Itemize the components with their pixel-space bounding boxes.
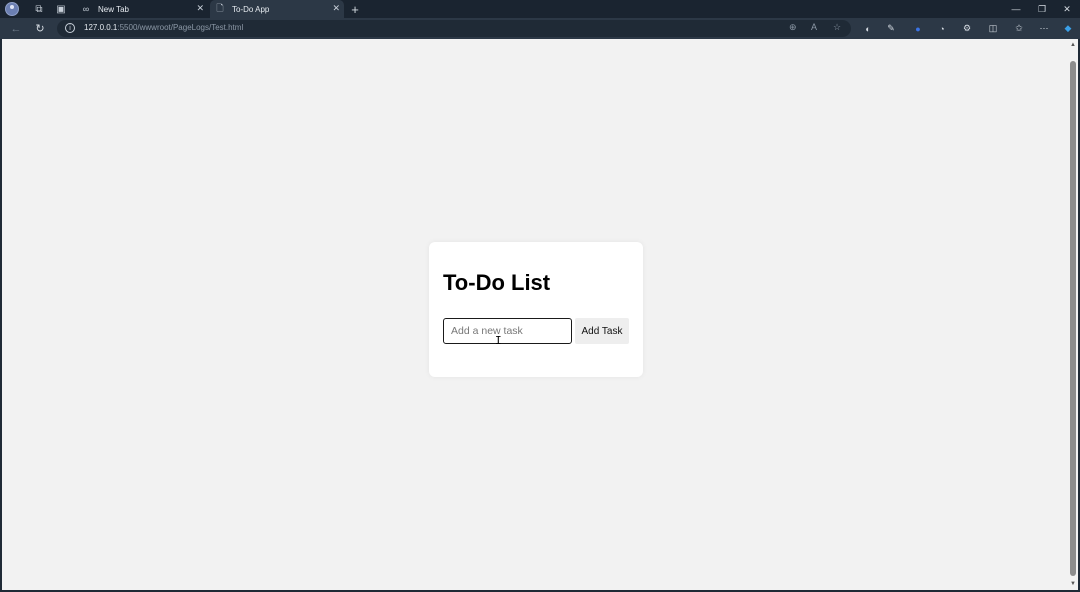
infinity-icon: ∞	[82, 4, 90, 14]
add-task-button[interactable]: Add Task	[575, 318, 629, 344]
extensions-icon[interactable]: ⚙	[959, 21, 975, 36]
tab-label: To-Do App	[232, 4, 270, 14]
back-arrow-icon[interactable]: ←	[7, 20, 25, 37]
performance-icon[interactable]: ◔	[934, 21, 950, 36]
extension-icon[interactable]: ●	[910, 21, 926, 36]
url-host: 127.0.0.1	[84, 23, 118, 32]
tab-label: New Tab	[98, 4, 129, 14]
new-tab-button[interactable]: +	[345, 0, 365, 18]
url-path: :5500/wwwroot/PageLogs/Test.html	[117, 23, 244, 32]
address-bar[interactable]: i 127.0.0.1:5500/wwwroot/PageLogs/Test.h…	[57, 20, 851, 37]
page-icon: 🗋	[216, 3, 224, 13]
zoom-icon[interactable]: ⊕	[789, 22, 797, 33]
extension-icon[interactable]: ◐	[860, 21, 876, 36]
tab-strip: ⧉ ▣ ∞ New Tab ✕ 🗋 To-Do App ✕ + — ❐ ✕	[0, 0, 1080, 18]
favorite-star-icon[interactable]: ☆	[833, 22, 841, 33]
more-menu-icon[interactable]: ⋯	[1036, 21, 1052, 36]
favorites-icon[interactable]: ✩	[1011, 21, 1027, 36]
close-icon[interactable]: ✕	[196, 3, 204, 14]
scrollbar[interactable]: ▲ ▼	[1068, 39, 1078, 590]
window-close-icon[interactable]: ✕	[1055, 0, 1079, 18]
copilot-icon[interactable]: ◆	[1060, 21, 1076, 36]
task-input[interactable]	[443, 318, 572, 344]
restore-icon[interactable]: ❐	[1030, 0, 1054, 18]
page-title: To-Do List	[443, 270, 551, 295]
scroll-thumb[interactable]	[1070, 61, 1076, 576]
workspaces-icon[interactable]: ⧉	[28, 0, 50, 18]
tab-todo-app[interactable]: 🗋 To-Do App ✕	[210, 0, 344, 18]
tab-actions-icon[interactable]: ▣	[50, 0, 72, 18]
split-screen-icon[interactable]: ◫	[985, 21, 1001, 36]
todo-card: To-Do List Add Task	[429, 242, 643, 377]
reload-icon[interactable]: ↻	[31, 20, 49, 37]
url-text: 127.0.0.1:5500/wwwroot/PageLogs/Test.htm…	[84, 23, 243, 32]
scroll-down-arrow-icon[interactable]: ▼	[1070, 581, 1076, 587]
extension-icon[interactable]: ✎	[883, 21, 899, 36]
tab-new-tab[interactable]: ∞ New Tab ✕	[76, 0, 208, 18]
text-cursor-icon: I	[495, 334, 502, 347]
profile-avatar[interactable]	[5, 2, 19, 16]
browser-toolbar: ← ↻ i 127.0.0.1:5500/wwwroot/PageLogs/Te…	[0, 18, 1080, 39]
site-info-icon[interactable]: i	[65, 23, 75, 33]
close-icon[interactable]: ✕	[332, 3, 340, 14]
scroll-up-arrow-icon[interactable]: ▲	[1070, 42, 1076, 48]
read-aloud-icon[interactable]: A	[811, 22, 817, 32]
minimize-icon[interactable]: —	[1004, 0, 1028, 18]
